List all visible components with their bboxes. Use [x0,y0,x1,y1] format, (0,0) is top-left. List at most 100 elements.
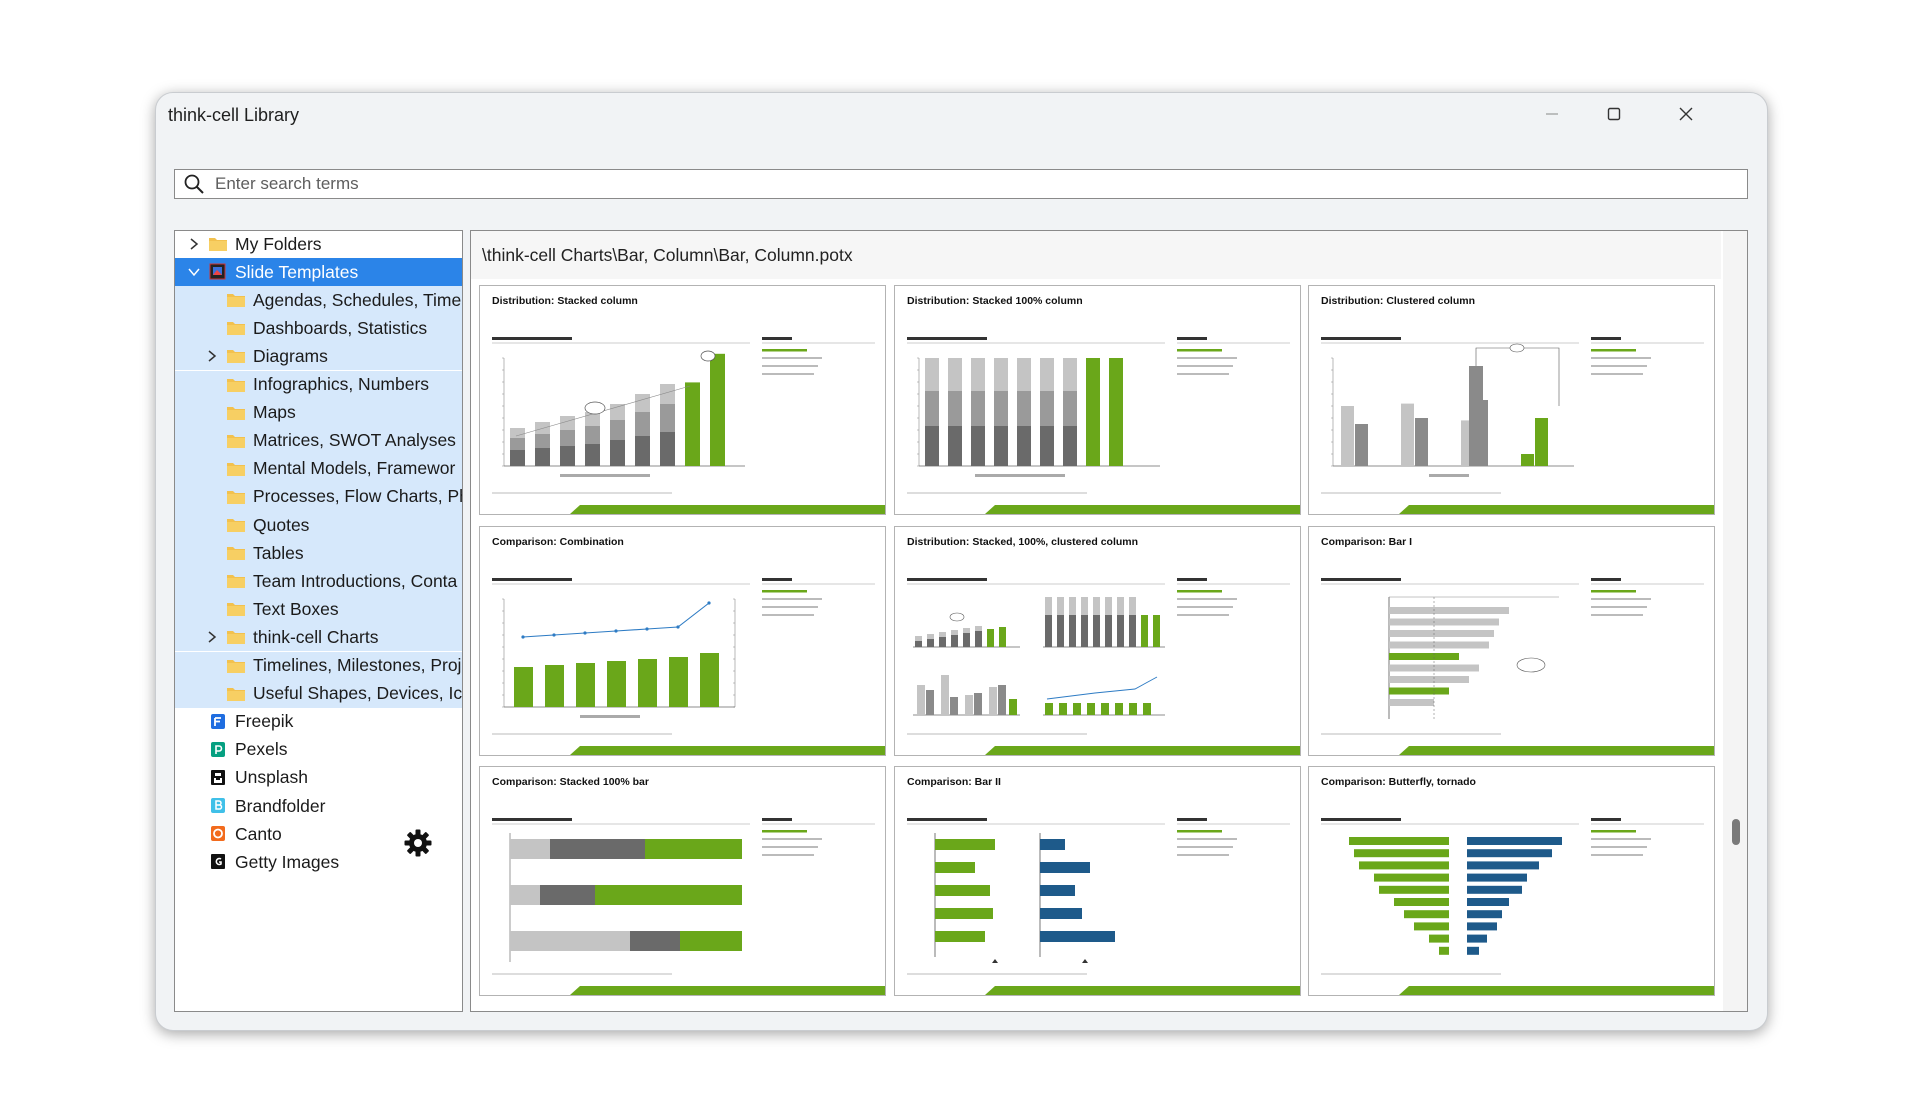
tree-item-processes-flow-charts-ph[interactable]: Processes, Flow Charts, Ph [175,482,462,511]
tree-item-think-cell-charts[interactable]: think-cell Charts [175,623,462,652]
template-card-combination[interactable]: Comparison: Combination [479,526,886,756]
tree-item-timelines-milestones-proj[interactable]: Timelines, Milestones, Proj [175,651,462,680]
bar [1093,597,1100,615]
bar [1101,703,1109,715]
bar-segment [994,391,1008,426]
bar [939,632,946,637]
template-card-stacked-column[interactable]: Distribution: Stacked column [479,285,886,515]
tree-item-maps[interactable]: Maps [175,398,462,427]
search-bar[interactable] [174,169,1748,199]
tree-item-label: Infographics, Numbers [253,374,430,394]
bar-segment [510,450,525,466]
comments-line [1591,846,1647,848]
tree-item-freepik[interactable]: Freepik [175,708,462,736]
comments-line [762,357,822,359]
template-card-butterfly[interactable]: Comparison: Butterfly, tornado [1308,766,1715,996]
template-card-bar-1[interactable]: Comparison: Bar I [1308,526,1715,756]
tree-item-infographics-numbers[interactable]: Infographics, Numbers [175,370,462,399]
slide-heading-line [907,578,987,581]
template-thumbnail [1321,578,1714,755]
minimize-button[interactable] [1522,99,1582,129]
bar-segment [1063,426,1077,466]
template-card-stacked-100-bar[interactable]: Comparison: Stacked 100% bar [479,766,886,996]
tree-item-dashboards-statistics[interactable]: Dashboards, Statistics [175,314,462,343]
comments-line [1177,606,1233,608]
bar-segment [1017,426,1031,466]
tree-item-my-folders[interactable]: My Folders [175,231,462,258]
getty-images-icon [208,852,228,870]
template-card-multi[interactable]: Distribution: Stacked, 100%, clustered c… [894,526,1301,756]
tree-item-tables[interactable]: Tables [175,539,462,568]
close-button[interactable] [1656,99,1716,129]
bar [1389,618,1499,626]
comments-heading [762,337,792,340]
bar-segment [971,391,985,426]
footer-bar [570,986,885,995]
line-point [552,633,556,637]
folder-icon [226,318,246,336]
comments-line [762,373,814,375]
folder-icon [226,459,246,477]
tree-item-brandfolder[interactable]: Brandfolder [175,792,462,820]
tree-item-text-boxes[interactable]: Text Boxes [175,595,462,624]
bar-segment [1109,358,1123,466]
bar [989,687,997,715]
vertical-scrollbar[interactable] [1723,231,1747,1011]
tree-item-pexels[interactable]: Pexels [175,736,462,764]
tree-item-label: Brandfolder [235,795,326,816]
template-card-stacked-100-column[interactable]: Distribution: Stacked 100% column [894,285,1301,515]
tree-item-unsplash[interactable]: Unsplash [175,764,462,792]
bar [1429,934,1449,943]
template-thumbnail [492,578,885,755]
comments-line [1591,598,1651,600]
footnote-line [1321,733,1501,735]
comments-line [1177,614,1229,616]
template-title: Comparison: Combination [492,536,624,548]
tree-item-mental-models-framewor[interactable]: Mental Models, Framewor [175,454,462,483]
bar [1467,934,1487,943]
scrollbar-thumb[interactable] [1732,819,1740,845]
comments-line [1591,614,1643,616]
folder-icon [226,627,246,645]
template-panel: \think-cell Charts\Bar, Column\Bar, Colu… [470,230,1748,1012]
bar [1374,873,1449,882]
tree-item-label: Text Boxes [253,598,339,619]
chevron-right-icon[interactable] [203,347,221,365]
chevron-right-icon[interactable] [185,235,203,253]
footer-bar [1399,746,1714,755]
chevron-down-icon[interactable] [185,263,203,281]
bar [1143,703,1151,715]
tree-item-diagrams[interactable]: Diagrams [175,342,462,371]
bar [1069,615,1076,647]
comments-line [1177,854,1229,856]
bar [1081,615,1088,647]
settings-gear-icon[interactable] [403,828,433,858]
footer-bar [985,986,1300,995]
bar-segment [585,444,600,466]
bar [1535,418,1548,466]
maximize-button[interactable] [1584,99,1644,129]
template-card-bar-2[interactable]: Comparison: Bar II [894,766,1301,996]
tree-item-slide-templates[interactable]: Slide Templates [175,258,462,287]
bar [1401,403,1414,466]
tree-item-label: Agendas, Schedules, Time [253,289,462,310]
chevron-right-icon[interactable] [203,628,221,646]
comments-line [1177,838,1237,840]
search-input[interactable] [213,173,1717,195]
tree-item-team-introductions-conta[interactable]: Team Introductions, Conta [175,567,462,596]
bar [1040,839,1065,850]
tree-item-label: Canto [235,823,282,844]
tree-item-quotes[interactable]: Quotes [175,511,462,539]
bar [576,663,595,707]
comments-line [1591,606,1647,608]
template-card-clustered-column[interactable]: Distribution: Clustered column [1308,285,1715,515]
tree-item-agendas-schedules-time[interactable]: Agendas, Schedules, Time [175,286,462,315]
footnote-line [1321,973,1501,975]
bar [963,628,970,633]
bar [1093,615,1100,647]
tree-item-useful-shapes-devices-ic[interactable]: Useful Shapes, Devices, Ic [175,679,462,708]
comments-heading [1591,337,1621,340]
tree-item-matrices-swot-analyses[interactable]: Matrices, SWOT Analyses [175,426,462,455]
close-icon [1679,107,1693,121]
comments-highlight [762,590,807,593]
